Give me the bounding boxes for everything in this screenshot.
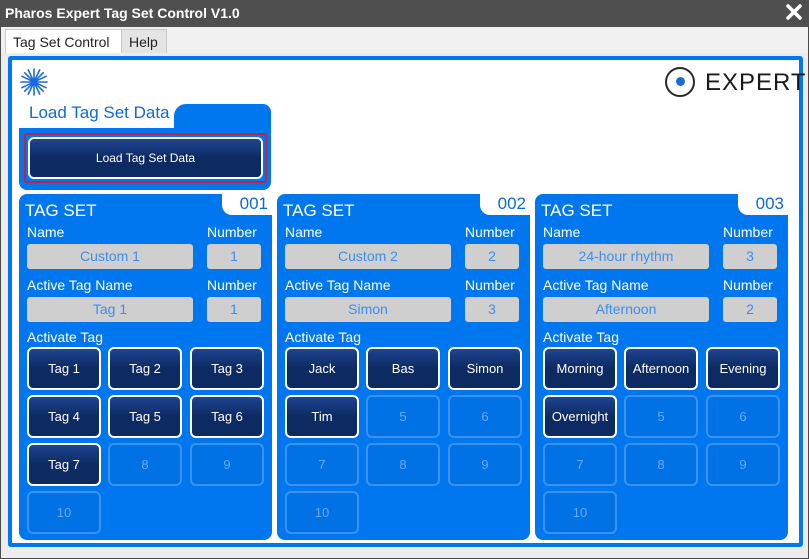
tag-set-panel-002: 002 TAG SET Name Number Custom 2 2 Active Tag … <box>277 194 530 540</box>
active-tag-number-field: 2 <box>723 297 777 322</box>
activate-tag-button-1[interactable]: Morning <box>543 347 617 390</box>
activate-tag-button-3[interactable]: Simon <box>448 347 522 390</box>
active-tag-name-field: Afternoon <box>543 297 709 322</box>
activate-tag-button-5[interactable]: Tag 5 <box>108 395 182 438</box>
logo-dot-icon <box>676 77 685 86</box>
tag-set-title: TAG SET <box>25 201 97 220</box>
active-tag-number-field: 1 <box>207 297 261 322</box>
activate-tag-button-7: 7 <box>543 443 617 486</box>
activate-tag-button-8: 8 <box>108 443 182 486</box>
active-number-label: Number <box>465 277 515 293</box>
tag-set-name-field: 24-hour rhythm <box>543 244 709 269</box>
activate-tag-button-2[interactable]: Bas <box>366 347 440 390</box>
main-content: EXPERT Load Tag Set Data Load Tag Set Da… <box>1 53 808 558</box>
active-tag-name-label: Active Tag Name <box>285 277 391 293</box>
tag-set-name-field: Custom 1 <box>27 244 193 269</box>
tab-help[interactable]: Help <box>121 29 167 53</box>
active-tag-name-label: Active Tag Name <box>543 277 649 293</box>
activate-tag-button-10: 10 <box>285 491 359 534</box>
load-tag-set-data-button[interactable]: Load Tag Set Data <box>28 137 263 179</box>
activate-tag-button-4[interactable]: Tag 4 <box>27 395 101 438</box>
activate-tag-button-1[interactable]: Tag 1 <box>27 347 101 390</box>
load-button-focus-ring: Load Tag Set Data <box>24 133 267 183</box>
activate-tag-button-5: 5 <box>366 395 440 438</box>
tag-set-title: TAG SET <box>541 201 613 220</box>
activate-tag-button-6: 6 <box>448 395 522 438</box>
tag-set-number-field: 3 <box>723 244 777 269</box>
tag-set-name-field: Custom 2 <box>285 244 451 269</box>
title-bar: Pharos Expert Tag Set Control V1.0 <box>0 0 809 27</box>
activate-tag-button-7[interactable]: Tag 7 <box>27 443 101 486</box>
number-label: Number <box>465 224 515 240</box>
activate-tag-button-2[interactable]: Afternoon <box>624 347 698 390</box>
activate-tag-button-9: 9 <box>448 443 522 486</box>
activate-tag-button-2[interactable]: Tag 2 <box>108 347 182 390</box>
expert-logo: EXPERT <box>665 67 806 97</box>
active-tag-name-field: Simon <box>285 297 451 322</box>
active-tag-number-field: 3 <box>465 297 519 322</box>
activate-tag-button-9: 9 <box>190 443 264 486</box>
close-icon[interactable] <box>785 3 803 21</box>
name-label: Name <box>27 224 65 240</box>
number-label: Number <box>723 224 773 240</box>
activate-tag-button-3[interactable]: Evening <box>706 347 780 390</box>
tag-set-id: 003 <box>755 194 784 213</box>
activate-tag-button-5: 5 <box>624 395 698 438</box>
activate-tag-button-10: 10 <box>543 491 617 534</box>
activate-tag-button-7: 7 <box>285 443 359 486</box>
tag-set-id: 002 <box>497 194 526 213</box>
active-tag-name-field: Tag 1 <box>27 297 193 322</box>
activate-tag-button-10: 10 <box>27 491 101 534</box>
content-canvas: EXPERT Load Tag Set Data Load Tag Set Da… <box>12 60 806 543</box>
content-frame: EXPERT Load Tag Set Data Load Tag Set Da… <box>8 56 806 547</box>
tag-set-panel-003: 003 TAG SET Name Number 24-hour rhythm 3 Activ… <box>535 194 788 540</box>
tag-set-panel-001: 001 TAG SET Name Number Custom 1 1 Active Tag … <box>19 194 272 540</box>
activate-tag-button-1[interactable]: Jack <box>285 347 359 390</box>
activate-tag-button-3[interactable]: Tag 3 <box>190 347 264 390</box>
activate-tag-button-4[interactable]: Tim <box>285 395 359 438</box>
activate-tag-button-6[interactable]: Tag 6 <box>190 395 264 438</box>
tab-tag-set-control[interactable]: Tag Set Control <box>5 29 122 53</box>
tag-set-number-field: 2 <box>465 244 519 269</box>
tag-set-title: TAG SET <box>283 201 355 220</box>
tag-set-id: 001 <box>239 194 268 213</box>
sparkle-icon <box>20 68 48 96</box>
tag-set-number-field: 1 <box>207 244 261 269</box>
load-panel-title: Load Tag Set Data <box>29 103 170 122</box>
activate-tag-button-8: 8 <box>624 443 698 486</box>
activate-tag-label: Activate Tag <box>27 329 104 345</box>
name-label: Name <box>285 224 323 240</box>
number-label: Number <box>207 224 257 240</box>
window-title: Pharos Expert Tag Set Control V1.0 <box>5 5 240 21</box>
active-tag-name-label: Active Tag Name <box>27 277 133 293</box>
activate-tag-button-9: 9 <box>706 443 780 486</box>
activate-tag-button-4[interactable]: Overnight <box>543 395 617 438</box>
menu-bar: Tag Set Control Help <box>1 27 808 53</box>
active-number-label: Number <box>207 277 257 293</box>
activate-tag-button-6: 6 <box>706 395 780 438</box>
activate-tag-label: Activate Tag <box>285 329 362 345</box>
logo-text: EXPERT <box>705 69 807 96</box>
name-label: Name <box>543 224 581 240</box>
active-number-label: Number <box>723 277 773 293</box>
app-window: Pharos Expert Tag Set Control V1.0 Tag S… <box>0 0 809 559</box>
activate-tag-label: Activate Tag <box>543 329 620 345</box>
activate-tag-button-8: 8 <box>366 443 440 486</box>
